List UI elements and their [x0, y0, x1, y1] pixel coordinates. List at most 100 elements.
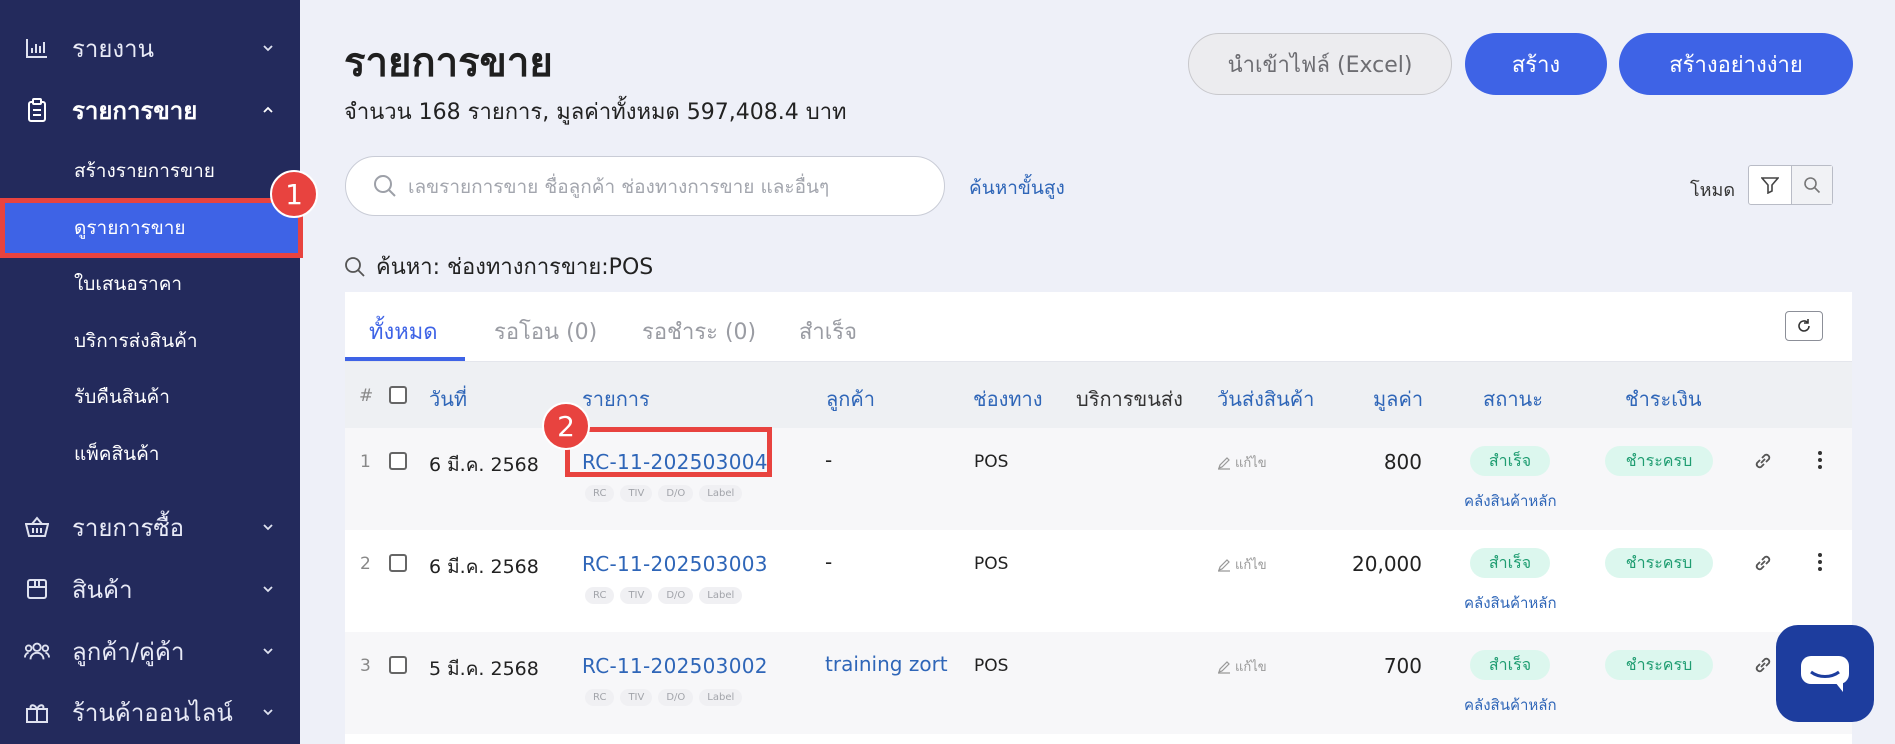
- row-amount: 800: [1383, 450, 1422, 474]
- sidebar-subitem-quotation[interactable]: ใบเสนอราคา: [0, 259, 300, 309]
- col-payment[interactable]: ชำระเงิน: [1625, 383, 1702, 415]
- sidebar-item-online-store[interactable]: ร้านค้าออนไลน์: [0, 688, 300, 736]
- row-customer-link[interactable]: training zort: [825, 652, 948, 676]
- sidebar-item-customers[interactable]: ลูกค้า/คู่ค้า: [0, 627, 300, 675]
- chat-support-button[interactable]: [1776, 625, 1874, 722]
- col-doc[interactable]: รายการ: [582, 383, 650, 415]
- row-checkbox[interactable]: [389, 656, 407, 674]
- row-amount: 20,000: [1352, 552, 1422, 576]
- row-channel: POS: [974, 452, 1009, 472]
- tab-awaiting-payment[interactable]: รอชำระ (0): [642, 314, 756, 349]
- row-warehouse[interactable]: คลังสินค้าหลัก: [1464, 591, 1557, 615]
- sidebar-subitem-create-sale[interactable]: สร้างรายการขาย: [0, 146, 300, 196]
- chevron-down-icon: [263, 709, 273, 716]
- more-options-icon[interactable]: [1817, 450, 1823, 474]
- copy-link-icon[interactable]: [1752, 450, 1774, 476]
- row-warehouse[interactable]: คลังสินค้าหลัก: [1464, 693, 1557, 717]
- advanced-search-link[interactable]: ค้นหาขั้นสูง: [969, 173, 1065, 203]
- row-date: 6 มี.ค. 2568: [429, 454, 539, 476]
- col-status[interactable]: สถานะ: [1483, 383, 1543, 415]
- easy-create-button[interactable]: สร้างอย่างง่าย: [1619, 33, 1853, 95]
- sidebar-subitem-view-sales[interactable]: ดูรายการขาย: [0, 198, 303, 258]
- sidebar-subitem-returns[interactable]: รับคืนสินค้า: [0, 372, 300, 422]
- tag-do[interactable]: D/O: [658, 485, 694, 502]
- col-customer[interactable]: ลูกค้า: [826, 383, 875, 415]
- doc-highlight-box: [565, 427, 772, 477]
- filter-mode-button[interactable]: [1749, 166, 1791, 204]
- copy-link-icon[interactable]: [1752, 552, 1774, 578]
- col-channel[interactable]: ช่องทาง: [973, 383, 1043, 415]
- row-checkbox[interactable]: [389, 554, 407, 572]
- sidebar-item-products[interactable]: สินค้า: [0, 565, 300, 613]
- row-index: 1: [360, 452, 371, 472]
- edit-ship-date[interactable]: แก้ไข: [1217, 554, 1267, 575]
- page-summary: จำนวน 168 รายการ, มูลค่าทั้งหมด 597,408.…: [344, 100, 847, 125]
- row-channel: POS: [974, 554, 1009, 574]
- edit-icon: [1218, 456, 1230, 470]
- row-doc-link[interactable]: RC-11-202503002: [582, 654, 768, 678]
- tab-all[interactable]: ทั้งหมด: [369, 314, 438, 349]
- refresh-button[interactable]: [1785, 311, 1823, 341]
- tag-tiv[interactable]: TIV: [620, 587, 653, 604]
- tag-tiv[interactable]: TIV: [620, 485, 653, 502]
- sidebar-subitem-label: แพ็คสินค้า: [74, 443, 160, 465]
- sidebar-item-reports[interactable]: รายงาน: [0, 24, 300, 72]
- refresh-icon: [1798, 319, 1810, 332]
- payment-badge: ชำระครบ: [1605, 650, 1713, 680]
- sidebar-item-label: สินค้า: [72, 575, 133, 604]
- col-ship-date[interactable]: วันส่งสินค้า: [1217, 383, 1314, 415]
- sidebar-item-label: ร้านค้าออนไลน์: [72, 698, 233, 727]
- row-date: 5 มี.ค. 2568: [429, 658, 539, 680]
- tag-label[interactable]: Label: [699, 689, 743, 706]
- doc-tags: RC TIV D/O Label: [585, 485, 743, 502]
- tag-label[interactable]: Label: [699, 587, 743, 604]
- col-amount[interactable]: มูลค่า: [1373, 383, 1423, 415]
- search-icon: [1803, 177, 1820, 194]
- col-date[interactable]: วันที่: [429, 383, 467, 415]
- tag-rc[interactable]: RC: [585, 485, 615, 502]
- doc-tags: RC TIV D/O Label: [585, 587, 743, 604]
- sidebar-item-sales[interactable]: รายการขาย: [0, 86, 300, 134]
- row-checkbox[interactable]: [389, 452, 407, 470]
- edit-label: แก้ไข: [1235, 456, 1267, 471]
- tag-do[interactable]: D/O: [658, 587, 694, 604]
- search-icon: [345, 256, 365, 277]
- sidebar-item-label: ลูกค้า/คู่ค้า: [72, 637, 185, 666]
- table-row[interactable]: 2 6 มี.ค. 2568 RC-11-202503003 RC TIV D/…: [345, 530, 1852, 632]
- import-excel-button[interactable]: นำเข้าไฟล์ (Excel): [1188, 33, 1452, 95]
- row-customer: -: [825, 448, 833, 472]
- tab-completed[interactable]: สำเร็จ: [799, 314, 857, 349]
- search-input[interactable]: [408, 171, 928, 203]
- mode-label: โหมด: [1690, 180, 1736, 201]
- tag-rc[interactable]: RC: [585, 689, 615, 706]
- more-options-icon[interactable]: [1817, 552, 1823, 576]
- edit-label: แก้ไข: [1235, 660, 1267, 675]
- tab-awaiting-transfer[interactable]: รอโอน (0): [494, 314, 597, 349]
- tag-rc[interactable]: RC: [585, 587, 615, 604]
- sidebar-subitem-pack[interactable]: แพ็คสินค้า: [0, 429, 300, 479]
- search-box[interactable]: [345, 156, 945, 216]
- row-doc-link[interactable]: RC-11-202503003: [582, 552, 768, 576]
- sidebar-subitem-label: บริการส่งสินค้า: [74, 330, 198, 352]
- copy-link-icon[interactable]: [1752, 654, 1774, 680]
- col-shipping: บริการขนส่ง: [1076, 387, 1183, 411]
- step-2-badge: 2: [542, 402, 590, 450]
- sidebar-subitem-label: ใบเสนอราคา: [74, 273, 183, 295]
- select-all-checkbox[interactable]: [389, 386, 407, 404]
- chevron-up-icon: [263, 106, 273, 113]
- row-index: 2: [360, 554, 371, 574]
- create-button[interactable]: สร้าง: [1465, 33, 1607, 95]
- sidebar-item-purchases[interactable]: รายการซื้อ: [0, 503, 300, 551]
- tag-tiv[interactable]: TIV: [620, 689, 653, 706]
- status-badge: สำเร็จ: [1470, 446, 1550, 476]
- edit-ship-date[interactable]: แก้ไข: [1217, 452, 1267, 473]
- sidebar-subitem-delivery[interactable]: บริการส่งสินค้า: [0, 316, 300, 366]
- row-warehouse[interactable]: คลังสินค้าหลัก: [1464, 489, 1557, 513]
- tag-do[interactable]: D/O: [658, 689, 694, 706]
- edit-ship-date[interactable]: แก้ไข: [1217, 656, 1267, 677]
- basket-icon: [24, 514, 50, 540]
- search-mode-button[interactable]: [1790, 166, 1832, 204]
- mode-toggle: [1748, 165, 1833, 205]
- tag-label[interactable]: Label: [699, 485, 743, 502]
- table-row[interactable]: 3 5 มี.ค. 2568 RC-11-202503002 RC TIV D/…: [345, 632, 1852, 734]
